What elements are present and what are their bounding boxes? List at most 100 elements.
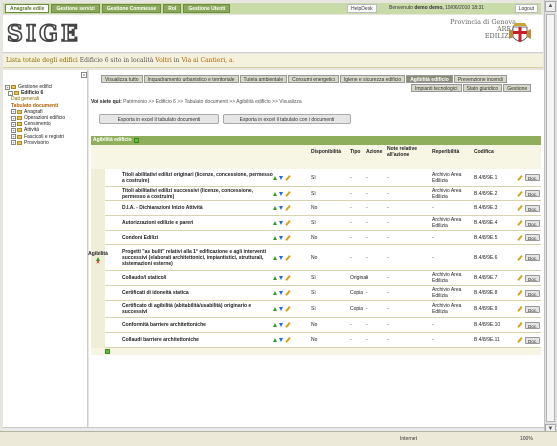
doc-button[interactable]: Doc.	[525, 321, 541, 329]
breadcrumb-path[interactable]: Patrimonio >> Edificio 6 >> Tabulato doc…	[123, 99, 302, 105]
folder-icon	[17, 122, 22, 127]
move-down-icon[interactable]	[279, 235, 283, 240]
tab-anagrafe-edile[interactable]: Anagrafe edile	[5, 4, 50, 13]
edit-icon[interactable]	[285, 306, 291, 312]
move-up-icon[interactable]	[273, 175, 277, 180]
doc-title: Certificati di idoneità statica	[122, 290, 189, 296]
move-down-icon[interactable]	[279, 307, 283, 311]
edit-icon[interactable]	[517, 175, 523, 181]
edit-icon[interactable]	[285, 205, 291, 211]
export-excel-button[interactable]: Esporta in excel il tabulato documenti	[99, 114, 219, 124]
move-down-icon[interactable]	[279, 175, 283, 180]
expand-icon[interactable]: +	[11, 140, 16, 146]
expand-icon[interactable]: +	[11, 115, 16, 121]
edit-icon[interactable]	[517, 220, 523, 226]
zoom-level[interactable]: 100%	[520, 436, 533, 442]
delete-icon[interactable]: ×	[96, 260, 100, 266]
tab-prevenzione-incendi[interactable]: Prevenzione incendi	[453, 75, 507, 83]
add-icon[interactable]	[105, 349, 110, 354]
row-actions	[273, 306, 309, 312]
tab-igiene-sicurezza[interactable]: Igiene e sicurezza edificio	[339, 75, 406, 83]
all-buildings-link[interactable]: Lista totale degli edifici	[6, 57, 78, 64]
move-up-icon[interactable]	[273, 307, 277, 311]
col-azione: Azione	[366, 149, 383, 155]
edit-icon[interactable]	[517, 322, 523, 328]
edit-icon[interactable]	[517, 306, 523, 312]
move-down-icon[interactable]	[279, 323, 283, 327]
tab-gestione-servizi[interactable]: Gestione servizi	[51, 4, 100, 13]
tab-agibilita[interactable]: Agibilità edificio	[406, 75, 453, 83]
doc-button[interactable]: Doc.	[525, 174, 541, 181]
edit-icon[interactable]	[285, 337, 291, 343]
export-excel-with-docs-button[interactable]: Esporta in excel il tabulato con i docum…	[223, 114, 351, 124]
edit-icon[interactable]	[517, 255, 523, 261]
move-up-icon[interactable]	[273, 338, 277, 342]
edit-icon[interactable]	[285, 220, 291, 226]
edit-icon[interactable]	[517, 290, 523, 296]
tab-inquadramento[interactable]: Inquadramento urbanistico e territoriale	[143, 75, 239, 83]
tab-gestione-utenti[interactable]: Gestione Utenti	[183, 4, 231, 13]
tab-gestione[interactable]: Gestione	[503, 84, 532, 92]
edit-icon[interactable]	[285, 191, 291, 197]
move-down-icon[interactable]	[279, 206, 283, 210]
move-up-icon[interactable]	[273, 221, 277, 225]
helpdesk-button[interactable]: HelpDesk	[347, 4, 377, 13]
sidebar-item-provvisorio[interactable]: + Provvisorio	[5, 140, 65, 146]
move-down-icon[interactable]	[279, 276, 283, 280]
edit-icon[interactable]	[517, 235, 523, 241]
tab-gestione-commesse[interactable]: Gestione Commesse	[101, 4, 162, 13]
expand-icon[interactable]: +	[11, 109, 16, 115]
doc-button[interactable]: Doc.	[525, 190, 541, 197]
doc-button[interactable]: Doc.	[525, 234, 541, 241]
doc-button[interactable]: Doc.	[525, 204, 541, 212]
move-up-icon[interactable]	[273, 323, 277, 327]
logout-button[interactable]: Logout	[514, 4, 538, 13]
doc-button[interactable]: Doc.	[525, 274, 541, 282]
collapse-icon[interactable]: -	[8, 90, 13, 96]
move-up-icon[interactable]	[273, 276, 277, 280]
tab-tutela-ambientale[interactable]: Tutela ambientale	[239, 75, 288, 83]
move-up-icon[interactable]	[273, 255, 277, 260]
move-up-icon[interactable]	[273, 191, 277, 196]
expand-icon[interactable]: +	[11, 127, 16, 133]
doc-actions: Doc.	[517, 321, 541, 329]
tipo-cell: -	[350, 190, 352, 197]
move-up-icon[interactable]	[273, 291, 277, 295]
tab-rol[interactable]: Rol	[163, 4, 182, 13]
tab-impianti[interactable]: Impianti tecnologici	[411, 84, 462, 92]
move-up-icon[interactable]	[273, 206, 277, 210]
edit-icon[interactable]	[285, 290, 291, 296]
edit-icon[interactable]	[285, 255, 291, 261]
edit-icon[interactable]	[285, 322, 291, 328]
sidebar-close-icon[interactable]: x	[81, 72, 87, 78]
expand-icon[interactable]: +	[11, 121, 16, 127]
expand-icon[interactable]: +	[11, 134, 16, 140]
expand-icon[interactable]: +	[5, 84, 10, 90]
tab-stato-giuridico[interactable]: Stato giuridico	[462, 84, 503, 92]
edit-icon[interactable]	[517, 205, 523, 211]
doc-button[interactable]: Doc.	[525, 289, 541, 297]
scrollbar-thumb[interactable]	[546, 14, 555, 422]
move-down-icon[interactable]	[279, 221, 283, 225]
edit-icon[interactable]	[517, 275, 523, 281]
move-down-icon[interactable]	[279, 255, 283, 260]
disponibilita-cell: Sì	[311, 306, 316, 312]
edit-icon[interactable]	[285, 275, 291, 281]
edit-icon[interactable]	[517, 337, 523, 343]
move-down-icon[interactable]	[279, 191, 283, 196]
move-down-icon[interactable]	[279, 291, 283, 295]
doc-button[interactable]: Doc.	[525, 219, 541, 227]
doc-actions: Doc.	[517, 174, 541, 181]
edit-icon[interactable]	[517, 191, 523, 197]
doc-button[interactable]: Doc.	[525, 254, 541, 261]
tab-visualizza-tutto[interactable]: Visualizza tutto	[101, 75, 143, 83]
add-icon[interactable]	[133, 138, 139, 143]
tab-consumi-energetici[interactable]: Consumi energetici	[288, 75, 339, 83]
edit-icon[interactable]	[285, 175, 291, 181]
scroll-up-icon[interactable]: ▲	[545, 1, 556, 12]
move-up-icon[interactable]	[273, 235, 277, 240]
move-down-icon[interactable]	[279, 338, 283, 342]
doc-button[interactable]: Doc.	[525, 305, 541, 313]
doc-button[interactable]: Doc.	[525, 336, 541, 344]
edit-icon[interactable]	[285, 235, 291, 241]
